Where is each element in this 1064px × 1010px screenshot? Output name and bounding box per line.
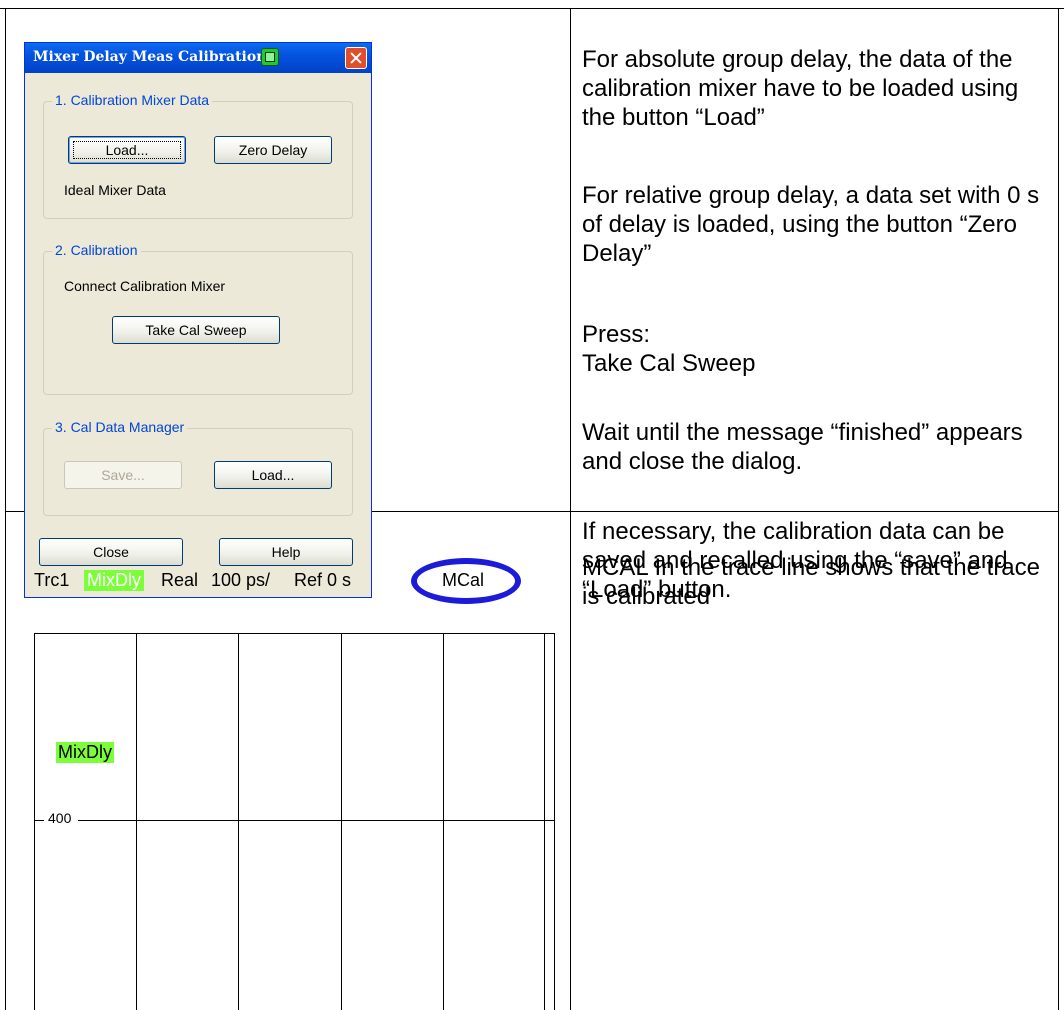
dialog-close-button[interactable]: Close (39, 538, 183, 566)
wait-paragraph: Wait until the message “finished” appear… (582, 419, 1023, 475)
load-mixer-data-button[interactable]: Load... (68, 136, 186, 164)
dialog-help-button[interactable]: Help (219, 538, 353, 566)
group-legend: 1. Calibration Mixer Data (52, 92, 213, 108)
explanation-text: Press: Take Cal Sweep (582, 320, 1052, 378)
mcal-explanation: MCAL In the trace line shows that the tr… (582, 553, 1052, 611)
relative-delay-paragraph: For relative group delay, a data set wit… (582, 182, 1040, 267)
table-top-border (0, 8, 1064, 9)
press-label: Press: (582, 321, 651, 348)
take-cal-sweep-instruction: Take Cal Sweep (582, 350, 756, 377)
table-right-border (1058, 8, 1059, 1010)
diagram-measurement-label: MixDly (56, 742, 114, 763)
group-legend: 2. Calibration (52, 242, 141, 258)
printer-icon[interactable] (261, 48, 279, 66)
explanation-text: For absolute group delay, the data of th… (582, 45, 1052, 132)
trace-ref: Ref 0 s (294, 570, 352, 590)
trace-name: Trc1 (34, 570, 70, 590)
grid-line (544, 633, 545, 1010)
absolute-delay-paragraph: For absolute group delay, the data of th… (582, 46, 1019, 131)
trace-measurement: MixDly (84, 570, 144, 591)
grid-line (341, 633, 342, 1010)
load-cal-data-button[interactable]: Load... (214, 461, 332, 489)
cal-data-manager-group: 3. Cal Data Manager Save... Load... (43, 419, 353, 516)
trace-scale: 100 ps/ (211, 570, 271, 590)
calibration-group: 2. Calibration Connect Calibration Mixer… (43, 242, 353, 395)
mcal-highlight-ring (411, 558, 521, 604)
mixer-data-status: Ideal Mixer Data (64, 182, 166, 198)
grid-line (78, 820, 554, 821)
close-icon[interactable] (345, 47, 367, 69)
diagram-right-border (554, 633, 555, 1010)
explanation-text: For relative group delay, a data set wit… (582, 181, 1052, 268)
grid-line (443, 633, 444, 1010)
diagram-left-border (34, 633, 35, 1010)
grid-line (34, 820, 44, 821)
table-left-border (5, 8, 6, 1010)
table-center-divider (570, 8, 571, 1010)
grid-line (238, 633, 239, 1010)
group-legend: 3. Cal Data Manager (52, 419, 188, 435)
mcal-paragraph: MCAL In the trace line shows that the tr… (582, 554, 1041, 610)
explanation-text: Wait until the message “finished” appear… (582, 418, 1052, 476)
zero-delay-button[interactable]: Zero Delay (214, 136, 332, 164)
save-cal-data-button[interactable]: Save... (64, 461, 182, 489)
trace-format: Real (161, 570, 199, 590)
dialog-title-bar[interactable]: Mixer Delay Meas Calibration (25, 43, 371, 73)
diagram-top-border (34, 633, 554, 634)
mixer-delay-calibration-dialog: Mixer Delay Meas Calibration 1. Calibrat… (24, 42, 372, 598)
calibration-mixer-data-group: 1. Calibration Mixer Data Load... Zero D… (43, 92, 353, 219)
connect-instruction: Connect Calibration Mixer (64, 278, 226, 294)
grid-line (136, 633, 137, 1010)
take-cal-sweep-button[interactable]: Take Cal Sweep (112, 316, 280, 344)
dialog-title: Mixer Delay Meas Calibration (33, 49, 267, 65)
y-tick-label: 400 (48, 810, 72, 826)
